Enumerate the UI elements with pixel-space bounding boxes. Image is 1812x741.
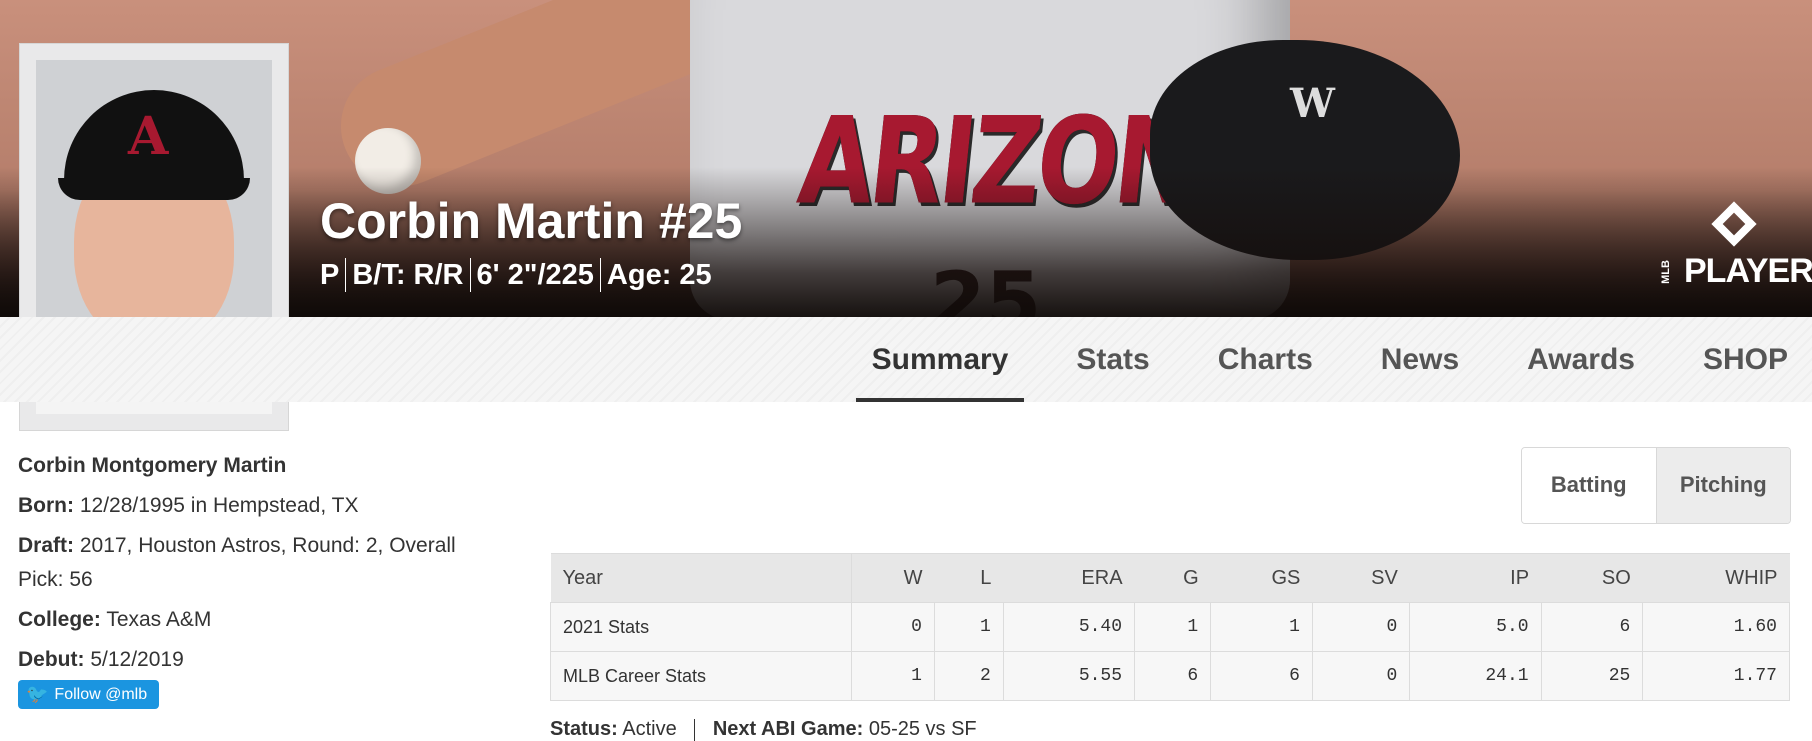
cell-w: 0 [850, 602, 935, 652]
player-height-weight: 6' 2"/225 [469, 258, 600, 292]
tab-news[interactable]: News [1347, 317, 1493, 402]
status-label: Status: [550, 718, 618, 740]
column-header-g[interactable]: G [1134, 553, 1211, 603]
bio-born-value: 12/28/1995 in Hempstead, TX [79, 494, 359, 517]
player-age: Age: 25 [599, 258, 718, 292]
player-tabs: Summary Stats Charts News Awards SHOP [838, 317, 1812, 402]
column-header-era[interactable]: ERA [1003, 553, 1135, 603]
diamond-icon [1711, 201, 1757, 247]
player-meta: P B/T: R/R 6' 2"/225 Age: 25 [320, 258, 718, 292]
logo-players-text: PLAYERS [1684, 252, 1812, 290]
player-bio: Corbin Montgomery Martin Born: 12/28/199… [18, 449, 488, 683]
next-game-label: Next ABI Game: [712, 718, 864, 740]
player-full-name: Corbin Montgomery Martin [18, 454, 287, 477]
cell-whip: 1.77 [1642, 651, 1790, 701]
tab-stats[interactable]: Stats [1042, 317, 1183, 402]
column-header-gs[interactable]: GS [1210, 553, 1313, 603]
pitching-toggle-button[interactable]: Pitching [1656, 448, 1790, 523]
bio-born: Born: 12/28/1995 in Hempstead, TX [18, 489, 488, 523]
player-bats-throws: B/T: R/R [345, 258, 469, 292]
column-header-l[interactable]: L [934, 553, 1004, 603]
mlb-players-logo[interactable]: PLAYERS MLB [1658, 201, 1812, 294]
column-header-ip[interactable]: IP [1409, 553, 1542, 603]
bio-debut-label: Debut: [18, 648, 85, 671]
cell-g: 1 [1134, 602, 1212, 652]
column-header-w[interactable]: W [851, 553, 935, 603]
cell-sv: 0 [1311, 651, 1411, 701]
team-logo-icon: A [128, 106, 169, 167]
tab-summary[interactable]: Summary [838, 317, 1043, 402]
logo-mlb-text: MLB [1659, 260, 1672, 284]
bio-draft-label: Draft: [18, 534, 74, 557]
cell-w: 1 [850, 651, 935, 701]
cell-ip: 24.1 [1409, 651, 1542, 701]
player-position: P [320, 259, 340, 291]
next-game-value[interactable]: 05-25 vs SF [869, 718, 977, 740]
bio-college-label: College: [18, 608, 101, 631]
cell-gs: 1 [1210, 602, 1313, 652]
cell-era: 5.40 [1002, 602, 1136, 652]
table-row: 2021 Stats 0 1 5.40 1 1 0 5.0 6 1.60 [550, 602, 1790, 652]
table-row: MLB Career Stats 1 2 5.55 6 6 0 24.1 25 … [550, 651, 1790, 701]
twitter-follow-button[interactable]: 🐦 Follow @mlb [18, 680, 160, 709]
player-name: Corbin Martin #25 [320, 193, 743, 249]
bio-draft: Draft: 2017, Houston Astros, Round: 2, O… [18, 529, 488, 597]
cell-g: 6 [1134, 651, 1212, 701]
bio-debut-value: 5/12/2019 [90, 648, 184, 671]
player-nav-bar: Summary Stats Charts News Awards SHOP [0, 317, 1812, 402]
twitter-bird-icon: 🐦 [26, 684, 49, 704]
column-header-whip[interactable]: WHIP [1642, 553, 1790, 603]
tab-charts[interactable]: Charts [1184, 317, 1347, 402]
cell-so: 6 [1540, 602, 1644, 652]
tab-shop[interactable]: SHOP [1669, 317, 1812, 402]
column-header-sv[interactable]: SV [1312, 553, 1410, 603]
pitching-stats-table: Year W L ERA G GS SV IP SO WHIP 2021 Sta… [550, 553, 1790, 701]
glove-logo-icon: W [1290, 80, 1335, 127]
column-header-year[interactable]: Year [550, 553, 852, 603]
cell-gs: 6 [1210, 651, 1313, 701]
status-value: Active [622, 718, 677, 740]
row-year: MLB Career Stats [550, 651, 852, 701]
bio-draft-value: 2017, Houston Astros, Round: 2, Overall … [18, 534, 456, 591]
batting-toggle-button[interactable]: Batting [1522, 448, 1657, 523]
bio-born-label: Born: [18, 494, 74, 517]
cell-ip: 5.0 [1409, 602, 1542, 652]
bio-college: College: Texas A&M [18, 603, 488, 637]
row-year: 2021 Stats [550, 602, 852, 652]
bio-college-value: Texas A&M [106, 608, 212, 631]
cell-era: 5.55 [1002, 651, 1136, 701]
column-header-so[interactable]: SO [1541, 553, 1643, 603]
tab-awards[interactable]: Awards [1493, 317, 1669, 402]
table-header-row: Year W L ERA G GS SV IP SO WHIP [550, 553, 1790, 603]
stats-type-toggle: Batting Pitching [1521, 447, 1791, 524]
cell-sv: 0 [1311, 602, 1411, 652]
cell-l: 1 [933, 602, 1004, 652]
bio-debut: Debut: 5/12/2019 [18, 643, 488, 677]
cell-l: 2 [933, 651, 1004, 701]
cell-so: 25 [1540, 651, 1644, 701]
cell-whip: 1.60 [1642, 602, 1790, 652]
twitter-follow-label: Follow @mlb [54, 686, 148, 703]
